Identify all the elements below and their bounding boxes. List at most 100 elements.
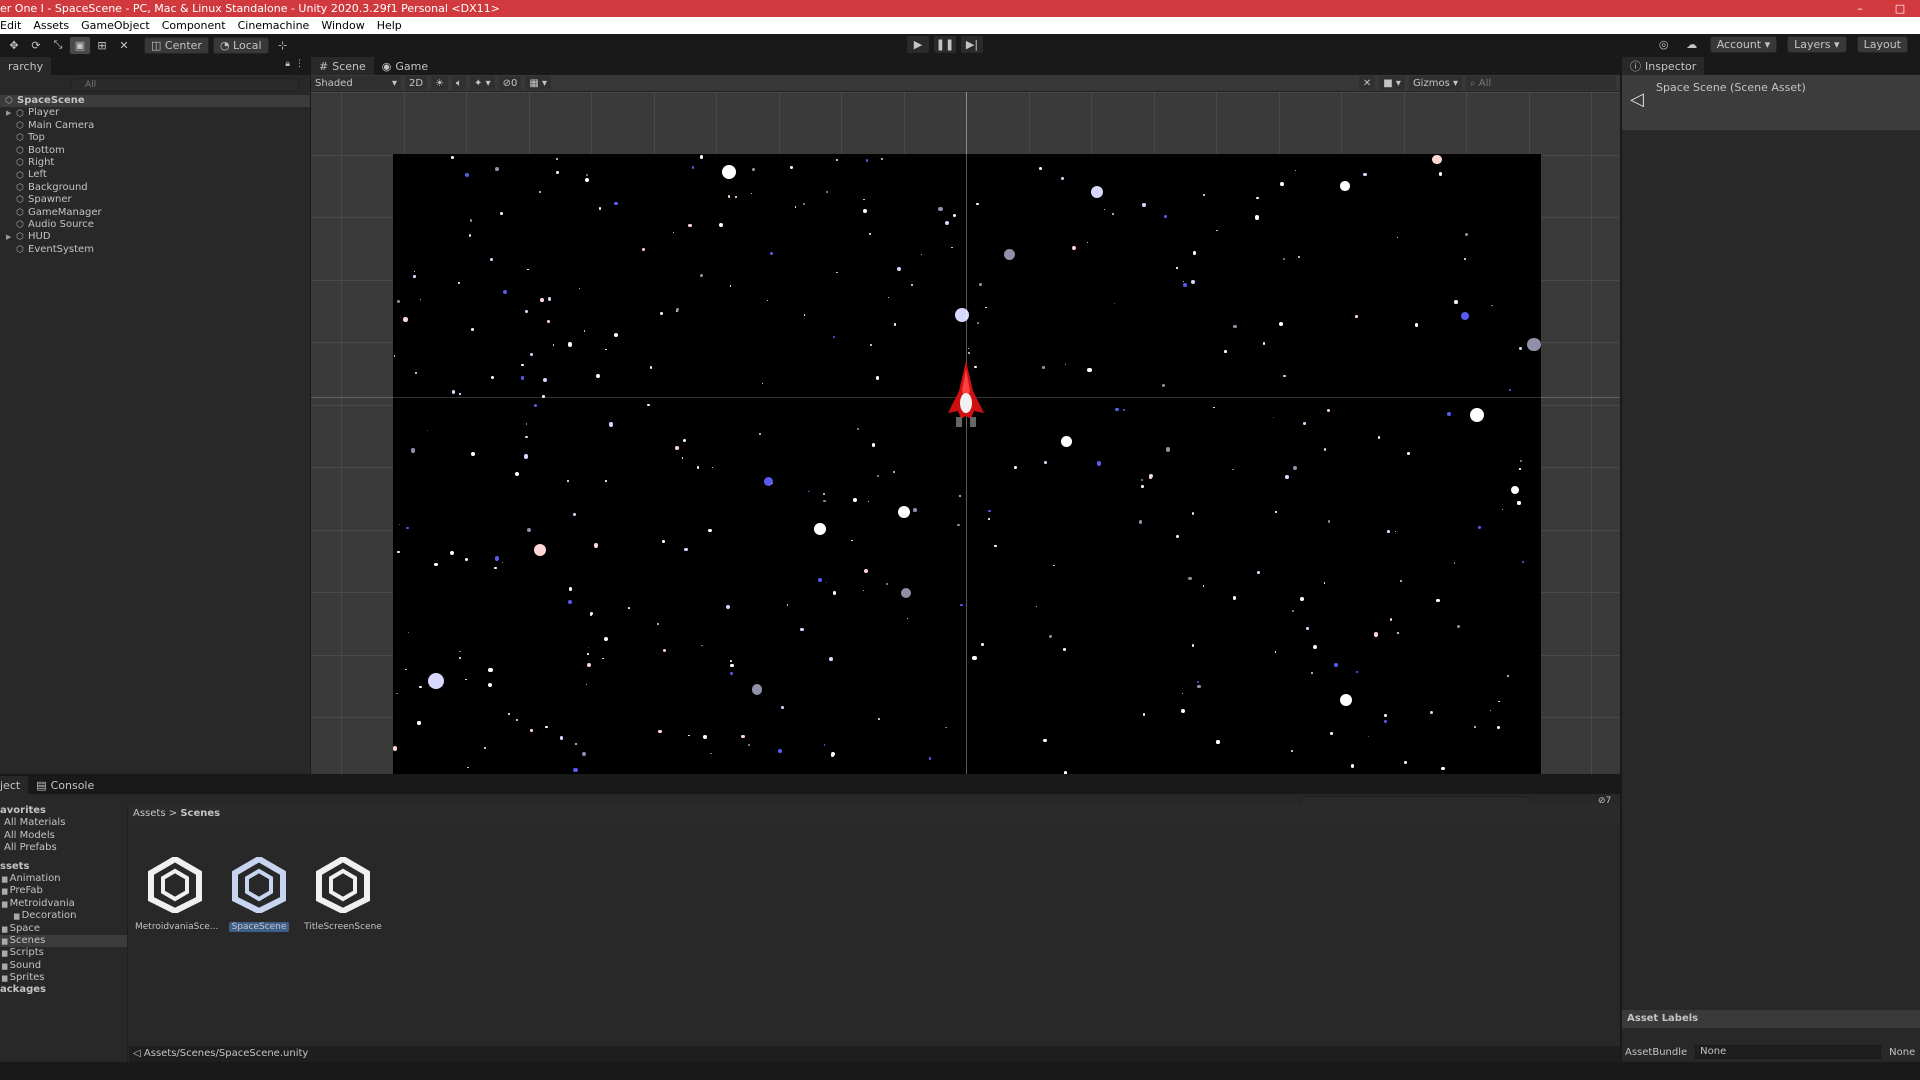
star [823,499,826,503]
effects-icon[interactable]: ✦ ▾ [470,76,495,90]
assetbundle-dropdown[interactable]: None [1695,1045,1882,1059]
menu-assets[interactable]: Assets [27,19,75,32]
minimize-button[interactable]: – [1840,0,1880,17]
tab-console[interactable]: ▤ Console [28,776,103,794]
scene-viewport[interactable] [311,92,1620,774]
favorites-header[interactable]: avorites [0,805,127,817]
maximize-button[interactable]: □ [1880,0,1920,17]
layout-dropdown[interactable]: Layout [1856,36,1908,53]
favorite-item[interactable]: All Materials [0,817,127,829]
pivot-icon: ◫ [151,38,162,52]
packages-header[interactable]: ackages [0,984,127,996]
snap-icon[interactable]: ⊹ [273,37,293,54]
layers-dropdown[interactable]: Layers ▾ [1787,36,1847,53]
lighting-icon[interactable]: ☀ [431,76,449,90]
grid-icon[interactable]: ▦ ▾ [525,76,552,90]
scene-asset[interactable]: MetroidvaniaSce... [135,855,218,932]
draw-mode-dropdown[interactable]: Shaded ▾ [311,76,401,90]
menu-edit[interactable]: Edit [0,19,27,32]
star [1013,466,1017,470]
menu-cinemachine[interactable]: Cinemachine [232,19,316,32]
hierarchy-item[interactable]: ⬡ Right [0,157,310,169]
hierarchy-item[interactable]: ⬡ Audio Source [0,219,310,231]
gameobject-icon: ⬡ [16,182,24,193]
favorite-item[interactable]: All Models [0,830,127,842]
breadcrumb-assets[interactable]: Assets [133,808,166,819]
kebab-menu-icon[interactable]: ⋮ [295,59,304,69]
tab-hierarchy[interactable]: rarchy [0,57,52,75]
folder-item[interactable]: ▆ Space [0,923,127,935]
account-dropdown[interactable]: Account ▾ [1709,36,1778,53]
pivot-center-button[interactable]: ◫ Center [144,36,209,54]
tab-inspector[interactable]: ⓘ Inspector [1622,57,1705,75]
folder-item[interactable]: ▆ Sprites [0,972,127,984]
transform-tool-icon[interactable]: ⊞ [92,37,112,54]
lock-icon[interactable]: 🔒︎ [285,59,290,69]
folder-item[interactable]: ▆ Animation [0,873,127,885]
assetbundle-label: AssetBundle [1625,1046,1688,1058]
assets-header[interactable]: ssets [0,861,127,873]
asset-labels-header[interactable]: Asset Labels [1622,1010,1920,1028]
folder-item[interactable]: ▆ Scripts [0,947,127,959]
star [780,705,784,709]
hierarchy-item[interactable]: ⬡ Background [0,182,310,194]
menu-component[interactable]: Component [156,19,232,32]
rotate-tool-icon[interactable]: ⟳ [26,37,46,54]
gameobject-icon: ⬡ [16,207,24,218]
tab-project[interactable]: ject [0,776,29,794]
favorite-item[interactable]: All Prefabs [0,842,127,854]
hierarchy-item[interactable]: ⬡ Top [0,132,310,144]
star [1323,582,1326,584]
move-tool-icon[interactable]: ✥ [4,37,24,54]
tools-icon[interactable]: ✕ [1358,76,1376,90]
folder-item[interactable]: ▆ Sound [0,960,127,972]
hierarchy-search-input[interactable]: All [70,78,300,92]
menu-help[interactable]: Help [371,19,408,32]
hierarchy-item[interactable]: ⬡ Spawner [0,194,310,206]
folder-item[interactable]: ▆ Metroidvania [0,898,127,910]
hierarchy-item[interactable]: ⬡ Bottom [0,145,310,157]
hierarchy-item[interactable]: ⬡ GameManager [0,207,310,219]
scene-asset[interactable]: TitleScreenScene [303,855,383,932]
hidden-objects-toggle[interactable]: ⊘ 0 [498,76,522,90]
cloud-icon[interactable]: ☁ [1682,36,1702,53]
hierarchy-item[interactable]: ▶ ⬡ HUD [0,231,310,243]
star [871,442,876,447]
pivot-local-button[interactable]: ◔ Local [212,36,269,54]
hierarchy-item[interactable]: ⬡ Left [0,169,310,181]
expand-arrow-icon[interactable]: ▶ [6,231,12,243]
step-icon[interactable]: ▶| [961,36,983,53]
star [1181,692,1183,695]
folder-item[interactable]: ▆ PreFab [0,885,127,897]
audio-icon[interactable]: 🔈︎ [452,76,467,90]
player-ship[interactable] [944,361,988,431]
star [1149,475,1152,479]
collab-icon[interactable]: ◎ [1654,36,1674,53]
scene-asset[interactable]: SpaceScene [219,855,299,932]
play-icon[interactable]: ▶ [907,36,929,53]
hierarchy-item[interactable]: ▶ ⬡ Player [0,107,310,119]
expand-arrow-icon[interactable]: ▶ [6,107,12,119]
gizmos-dropdown[interactable]: Gizmos ▾ [1408,76,1462,90]
star [1312,645,1317,650]
scene-search-input[interactable]: ⌕ All [1466,76,1616,90]
tab-scene[interactable]: # Scene [311,57,374,75]
2d-toggle[interactable]: 2D [405,76,428,90]
hierarchy-item[interactable]: ⬡ EventSystem [0,244,310,256]
folder-item[interactable]: ▆ Decoration [0,910,127,922]
assetbundle-variant[interactable]: None [1889,1047,1915,1058]
folder-item[interactable]: ▆ Scenes [0,934,127,948]
camera-icon[interactable]: ■ ▾ [1379,76,1405,90]
hierarchy-item-label: Left [28,169,47,181]
menu-window[interactable]: Window [315,19,370,32]
hierarchy-root[interactable]: ⬡ SpaceScene [0,95,310,108]
hierarchy-item[interactable]: ⬡ Main Camera [0,120,310,132]
rect-tool-icon[interactable]: ▣ [70,36,90,54]
scale-tool-icon[interactable]: ⤡ [48,37,68,54]
breadcrumb-scenes[interactable]: Scenes [180,808,220,819]
custom-tool-icon[interactable]: ✕ [114,37,134,54]
tab-game[interactable]: ◉ Game [373,57,437,75]
pause-icon[interactable]: ❚❚ [934,36,956,53]
menu-gameobject[interactable]: GameObject [75,19,156,32]
star [789,165,794,170]
